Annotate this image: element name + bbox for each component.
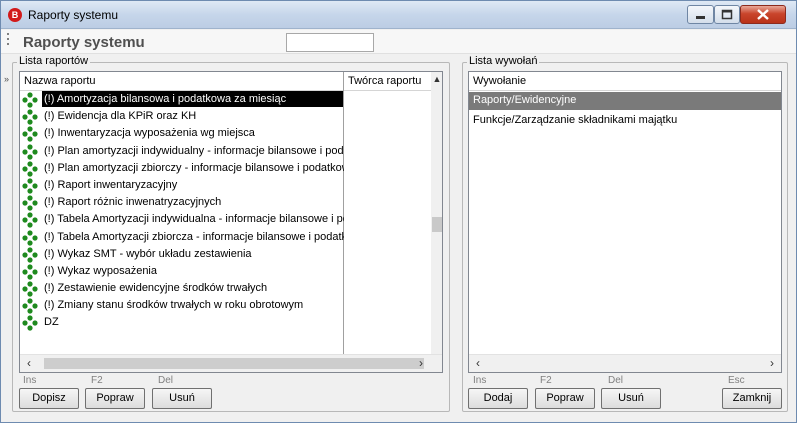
hint-f2: F2	[540, 375, 552, 386]
expand-chevron-icon[interactable]: »	[4, 74, 9, 84]
report-item-label: (!) Zmiany stanu środków trwałych w roku…	[44, 299, 304, 312]
scroll-left-icon[interactable]: ‹	[471, 356, 485, 371]
report-tree-icon	[22, 109, 38, 125]
report-item-label: (!) Amortyzacja bilansowa i podatkowa za…	[44, 93, 287, 105]
calls-group-label: Lista wywołań	[467, 55, 540, 67]
report-tree-icon	[22, 92, 38, 108]
window-title: Raporty systemu	[28, 8, 119, 22]
report-tree-icon	[22, 161, 38, 177]
report-item[interactable]: (!) Amortyzacja bilansowa i podatkowa za…	[20, 91, 431, 108]
column-header-call[interactable]: Wywołanie	[469, 72, 781, 91]
app-icon: B	[8, 8, 22, 22]
scroll-right-icon[interactable]: ›	[414, 356, 428, 371]
scroll-right-icon[interactable]: ›	[765, 356, 779, 371]
horizontal-scroll-thumb[interactable]	[44, 358, 424, 369]
report-tree-icon	[22, 229, 38, 246]
report-tree-icon	[22, 247, 38, 263]
report-item-label: (!) Zestawienie ewidencyjne środków trwa…	[44, 282, 268, 295]
column-header-report-author[interactable]: Twórca raportu	[344, 72, 431, 91]
close-button[interactable]: Zamknij	[722, 388, 782, 409]
reports-group-label: Lista raportów	[17, 55, 91, 67]
report-tree-icon	[22, 212, 38, 228]
close-window-button[interactable]	[740, 5, 786, 24]
reports-group: Lista raportów Nazwa raportu Twórca rapo…	[12, 55, 450, 412]
report-tree-icon	[22, 178, 38, 194]
report-item[interactable]: (!) Raport inwentaryzacyjny	[20, 177, 431, 194]
report-item-label: DZ	[44, 316, 59, 329]
report-tree-icon	[22, 126, 38, 142]
edit-report-button[interactable]: Popraw	[85, 388, 145, 409]
grip-icon	[7, 33, 11, 51]
close-icon	[757, 9, 769, 20]
report-item-label: (!) Tabela Amortyzacji indywidualna - in…	[44, 213, 344, 226]
hint-ins: Ins	[23, 375, 37, 386]
report-tree-icon	[22, 264, 38, 280]
reports-vertical-scrollbar[interactable]: ▲	[431, 72, 442, 354]
calls-list[interactable]: Wywołanie Raporty/Ewidencyjne Funkcje/Za…	[468, 71, 782, 373]
report-item[interactable]: (!) Wykaz SMT - wybór układu zestawienia	[20, 246, 431, 263]
main-window: B Raporty systemu Raporty systemu » List…	[0, 0, 797, 423]
reports-rows: (!) Amortyzacja bilansowa i podatkowa za…	[20, 91, 431, 354]
report-item[interactable]: DZ	[20, 314, 431, 332]
report-item[interactable]: (!) Ewidencja dla KPiR oraz KH	[20, 108, 431, 125]
hint-del: Del	[608, 375, 624, 386]
scroll-corner	[431, 355, 442, 372]
report-item[interactable]: (!) Wykaz wyposażenia	[20, 263, 431, 280]
report-item-label: (!) Plan amortyzacji indywidualny - info…	[44, 144, 344, 157]
call-item[interactable]: Funkcje/Zarządzanie składnikami majątku	[469, 112, 781, 130]
scroll-up-icon[interactable]: ▲	[431, 74, 442, 86]
report-item-label: (!) Raport inwentaryzacyjny	[44, 178, 178, 191]
calls-group: Lista wywołań Wywołanie Raporty/Ewidency…	[462, 55, 788, 412]
report-item[interactable]: (!) Plan amortyzacji zbiorczy - informac…	[20, 160, 431, 177]
report-item[interactable]: (!) Tabela Amortyzacji zbiorcza - inform…	[20, 229, 431, 246]
scroll-thumb[interactable]	[432, 217, 442, 232]
reports-list[interactable]: Nazwa raportu Twórca raportu (!) Amortyz…	[19, 71, 443, 373]
hint-del: Del	[158, 375, 174, 386]
hint-esc: Esc	[728, 375, 745, 386]
report-item-label: (!) Wykaz SMT - wybór układu zestawienia	[44, 247, 252, 260]
report-item-label: (!) Tabela Amortyzacji zbiorcza - inform…	[44, 230, 344, 243]
column-header-report-name[interactable]: Nazwa raportu	[20, 72, 343, 91]
report-item-label: (!) Ewidencja dla KPiR oraz KH	[44, 110, 197, 123]
report-tree-icon	[22, 298, 38, 314]
report-item-label: (!) Inwentaryzacja wyposażenia wg miejsc…	[44, 127, 255, 140]
edit-call-button[interactable]: Popraw	[535, 388, 595, 409]
hint-ins: Ins	[473, 375, 487, 386]
scroll-left-icon[interactable]: ‹	[22, 356, 36, 371]
minimize-button[interactable]	[687, 5, 714, 24]
report-item[interactable]: (!) Raport różnic inwenatryzacyjnych	[20, 194, 431, 211]
add-call-button[interactable]: Dodaj	[468, 388, 528, 409]
page-header: Raporty systemu	[1, 30, 796, 54]
report-tree-icon	[22, 281, 38, 297]
report-item[interactable]: (!) Tabela Amortyzacji indywidualna - in…	[20, 211, 431, 228]
report-tree-icon	[22, 143, 38, 160]
report-item[interactable]: (!) Zmiany stanu środków trwałych w roku…	[20, 297, 431, 314]
report-item-label: (!) Raport różnic inwenatryzacyjnych	[44, 196, 222, 209]
maximize-button[interactable]	[714, 5, 740, 24]
title-bar[interactable]: B Raporty systemu	[1, 1, 796, 29]
hint-f2: F2	[91, 375, 103, 386]
search-input[interactable]	[286, 33, 374, 52]
maximize-icon	[721, 9, 733, 20]
report-tree-icon	[22, 315, 38, 332]
reports-horizontal-scrollbar[interactable]: ‹ ›	[20, 354, 442, 372]
report-tree-icon	[22, 195, 38, 211]
report-item-label: (!) Plan amortyzacji zbiorczy - informac…	[44, 161, 344, 174]
report-item[interactable]: (!) Inwentaryzacja wyposażenia wg miejsc…	[20, 125, 431, 142]
page-title: Raporty systemu	[23, 34, 145, 51]
delete-report-button[interactable]: Usuń	[152, 388, 212, 409]
minimize-icon	[696, 16, 705, 19]
add-report-button[interactable]: Dopisz	[19, 388, 79, 409]
report-item[interactable]: (!) Plan amortyzacji indywidualny - info…	[20, 143, 431, 160]
report-item[interactable]: (!) Zestawienie ewidencyjne środków trwa…	[20, 280, 431, 297]
delete-call-button[interactable]: Usuń	[601, 388, 661, 409]
report-item-label: (!) Wykaz wyposażenia	[44, 264, 157, 277]
call-item[interactable]: Raporty/Ewidencyjne	[469, 92, 781, 110]
calls-horizontal-scrollbar[interactable]: ‹ ›	[469, 354, 781, 372]
